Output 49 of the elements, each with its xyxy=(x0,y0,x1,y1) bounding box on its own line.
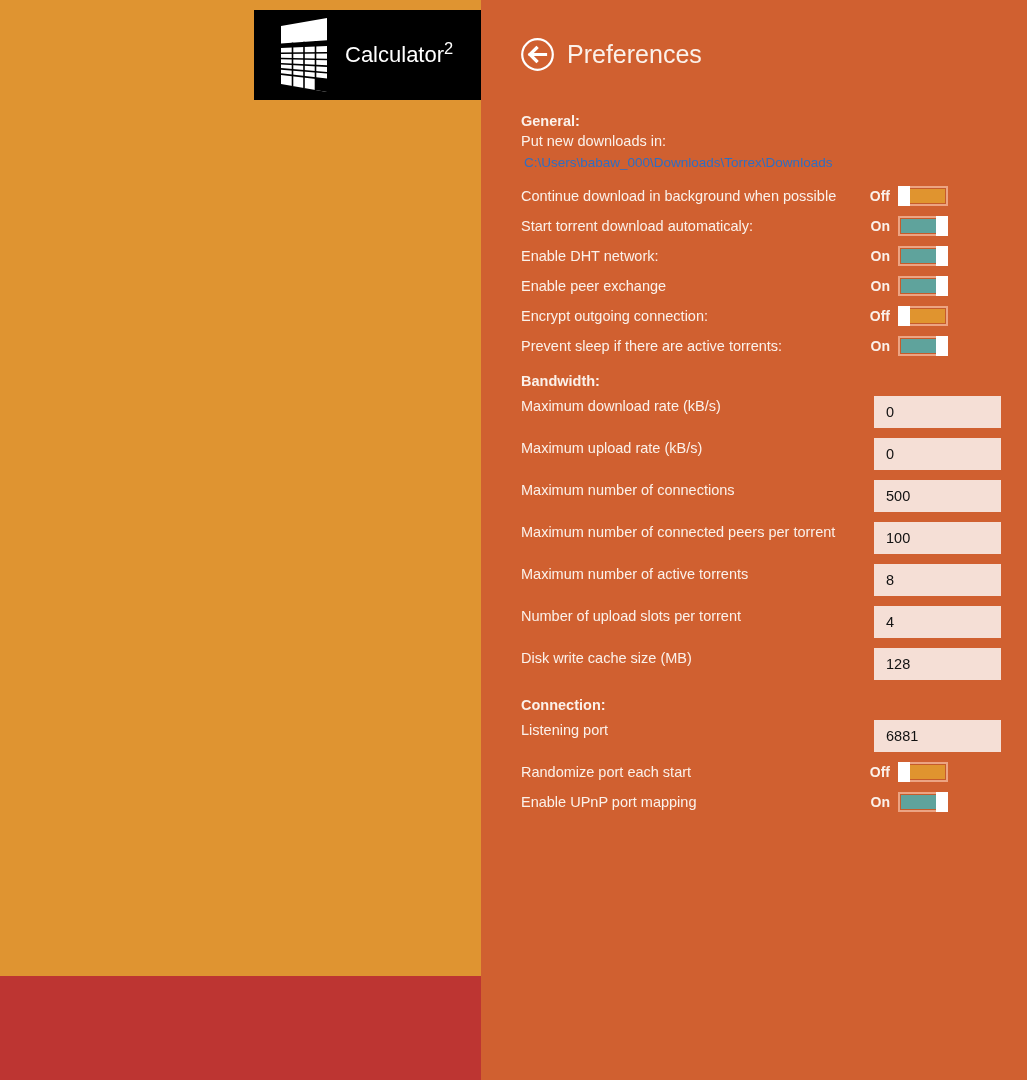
toggle-switch[interactable] xyxy=(898,762,948,782)
setting-label: Disk write cache size (MB) xyxy=(521,649,692,668)
toggle-state-label: Off xyxy=(869,763,890,782)
setting-label: Maximum number of connected peers per torrent xyxy=(521,523,836,542)
toggle-state-label: Off xyxy=(869,187,890,206)
setting-label: Number of upload slots per torrent xyxy=(521,607,742,626)
setting-label: Maximum upload rate (kB/s) xyxy=(521,439,703,458)
toggle-state-label: On xyxy=(870,277,890,296)
number-field[interactable]: 8 xyxy=(874,564,1001,596)
toggle-switch[interactable] xyxy=(898,246,948,266)
toggle-state-label: On xyxy=(870,247,890,266)
setting-label: Prevent sleep if there are active torrents: xyxy=(521,337,783,356)
toggle-switch[interactable] xyxy=(898,792,948,812)
number-field[interactable]: 6881 xyxy=(874,720,1001,752)
back-icon xyxy=(521,38,554,71)
number-field[interactable]: 4 xyxy=(874,606,1001,638)
setting-label: Maximum download rate (kB/s) xyxy=(521,397,721,416)
app-title: Calculator$^{2}$ xyxy=(345,41,454,69)
toggle-switch[interactable] xyxy=(898,276,948,296)
toggle-state-label: On xyxy=(870,793,890,812)
setting-label: Put new downloads in: xyxy=(521,132,667,151)
number-field[interactable]: 100 xyxy=(874,522,1001,554)
number-field[interactable]: 500 xyxy=(874,480,1001,512)
setting-label: Encrypt outgoing connection: xyxy=(521,307,708,326)
setting-label: Maximum number of active torrents xyxy=(521,565,749,584)
setting-label: Maximum number of connections xyxy=(521,481,735,500)
setting-label: Randomize port each start xyxy=(521,763,692,782)
toggle-state-label: On xyxy=(870,217,890,236)
setting-label: Continue download in background when possible xyxy=(521,187,837,206)
toggle-state-label: Off xyxy=(869,307,890,326)
toggle-switch[interactable] xyxy=(898,336,948,356)
calculator-icon xyxy=(281,18,327,92)
setting-label: Enable peer exchange xyxy=(521,277,667,296)
setting-label: Enable DHT network: xyxy=(521,247,659,266)
setting-label: Listening port xyxy=(521,721,609,740)
setting-label: Enable UPnP port mapping xyxy=(521,793,697,812)
toggle-switch[interactable] xyxy=(898,216,948,236)
toggle-switch[interactable] xyxy=(898,186,948,206)
section-heading: Connection: xyxy=(521,696,606,715)
page-title: Preferences xyxy=(567,39,702,70)
back-button[interactable] xyxy=(521,38,554,71)
number-field[interactable]: 128 xyxy=(874,648,1001,680)
number-field[interactable]: 0 xyxy=(874,438,1001,470)
toggle-state-label: On xyxy=(870,337,890,356)
section-heading: Bandwidth: xyxy=(521,372,600,391)
number-field[interactable]: 0 xyxy=(874,396,1001,428)
toggle-switch[interactable] xyxy=(898,306,948,326)
setting-label: Start torrent download automaticaly: xyxy=(521,217,754,236)
section-heading: General: xyxy=(521,112,580,131)
